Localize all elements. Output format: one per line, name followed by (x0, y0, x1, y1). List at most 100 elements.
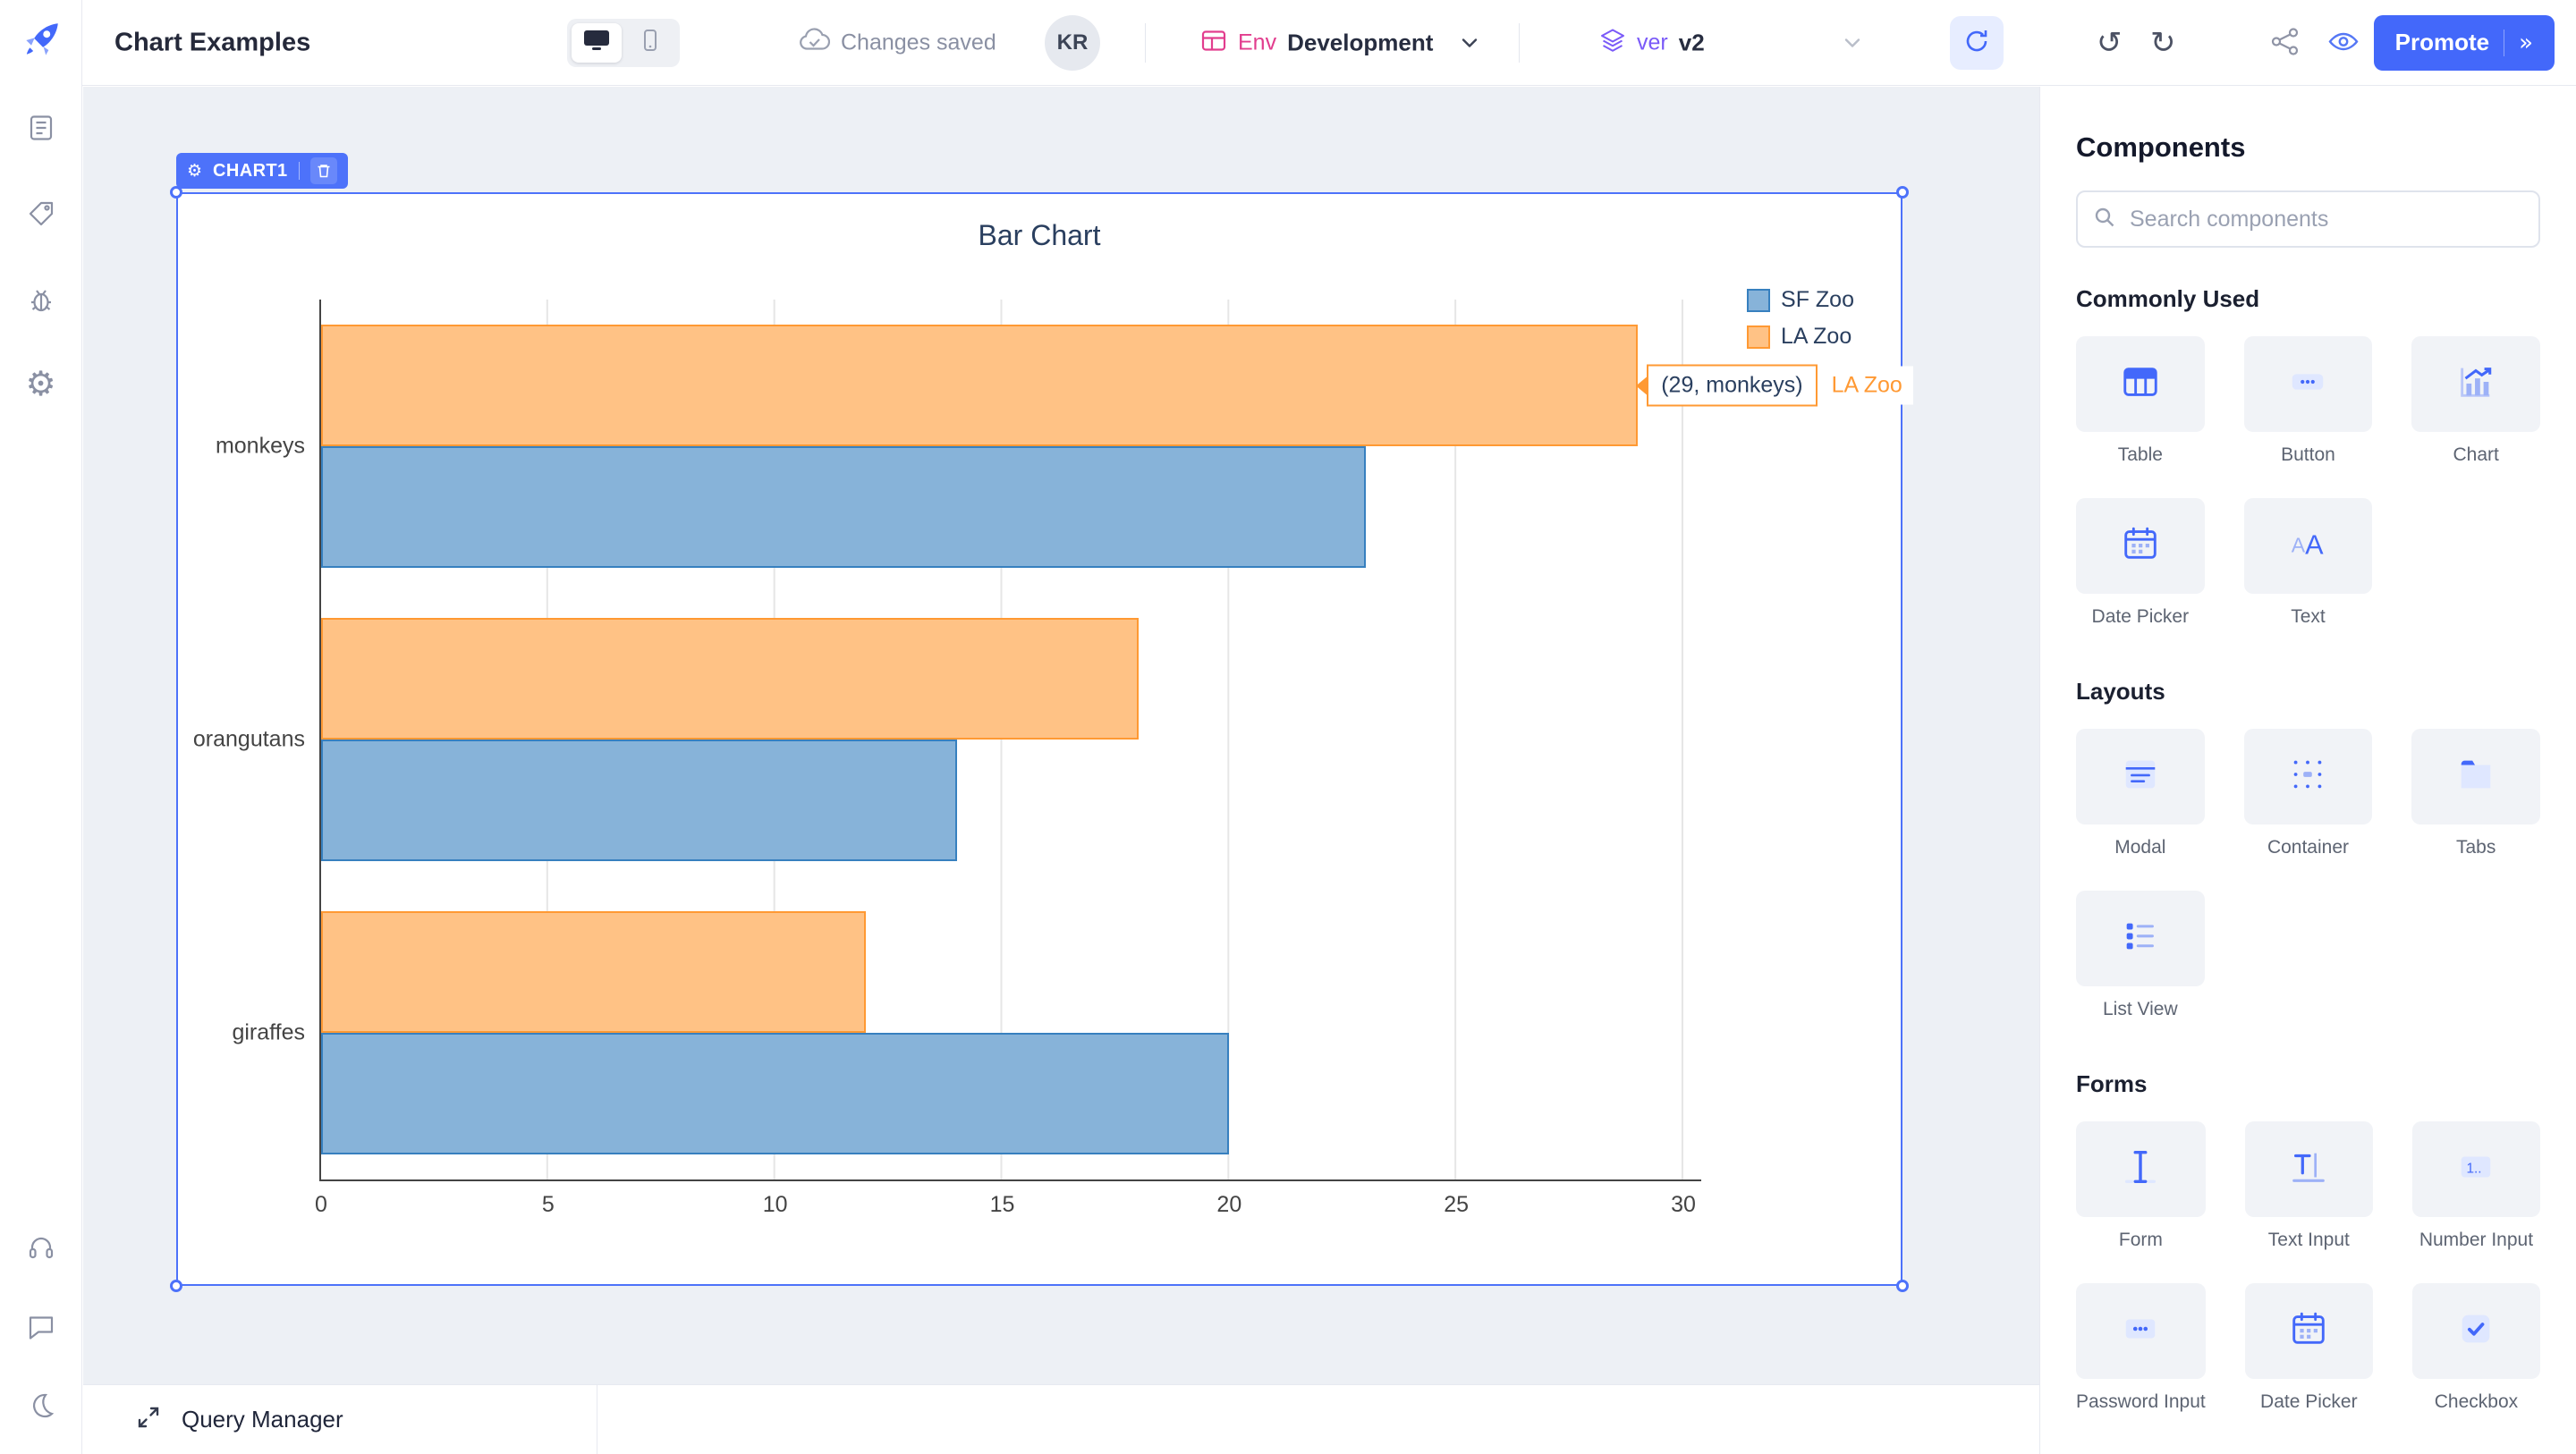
widget-tag[interactable]: ⚙ CHART1 (176, 153, 348, 189)
legend-item[interactable]: SF Zoo (1747, 287, 1854, 313)
chat-icon[interactable] (26, 1311, 56, 1341)
avatar[interactable]: KR (1045, 15, 1100, 71)
component-card-checkbox[interactable]: Checkbox (2412, 1283, 2540, 1413)
text-icon: AA (2287, 523, 2328, 569)
canvas[interactable]: ⚙ CHART1 Bar Chart monkeys(29, monkeys)L… (83, 87, 2039, 1454)
left-sidebar: ⚙ (0, 0, 82, 1454)
layers-icon (1599, 27, 1626, 58)
expand-icon (135, 1404, 162, 1435)
container-icon (2287, 754, 2328, 799)
component-tile (2076, 1283, 2206, 1379)
svg-text:A: A (2306, 530, 2325, 561)
component-card-number-input[interactable]: 1..Number Input (2412, 1121, 2540, 1251)
component-search[interactable] (2076, 190, 2540, 248)
legend-swatch (1747, 325, 1770, 349)
bar-sf-zoo-orangutans[interactable] (321, 740, 957, 861)
component-label: Form (2076, 1230, 2206, 1251)
tooltip-value: (29, monkeys) (1647, 365, 1817, 407)
search-icon (2092, 205, 2117, 234)
bar-sf-zoo-giraffes[interactable] (321, 1033, 1229, 1154)
component-label: Modal (2076, 837, 2205, 858)
checkbox-icon (2455, 1308, 2496, 1354)
password-input-icon (2120, 1308, 2161, 1354)
chart-icon (2455, 361, 2496, 407)
component-card-password-input[interactable]: Password Input (2076, 1283, 2206, 1413)
component-card-table[interactable]: Table (2076, 336, 2205, 466)
support-headset-icon[interactable] (26, 1232, 56, 1263)
pages-icon[interactable] (26, 113, 56, 143)
component-label: List View (2076, 999, 2205, 1020)
component-tile (2245, 1121, 2373, 1217)
dark-mode-moon-icon[interactable] (27, 1391, 55, 1420)
modal-icon (2120, 754, 2161, 799)
preview-button[interactable] (2327, 28, 2360, 57)
component-grid: Table Button Chart Date Picker AAText (2076, 336, 2540, 628)
section-title: Commonly Used (2076, 285, 2540, 313)
cloud-check-icon (798, 26, 830, 59)
component-card-text[interactable]: AAText (2244, 498, 2373, 628)
version-label: ver (1637, 30, 1668, 55)
component-tile (2076, 498, 2205, 594)
legend-item[interactable]: LA Zoo (1747, 324, 1854, 350)
component-label: Checkbox (2412, 1391, 2540, 1413)
desktop-toggle-button[interactable] (572, 23, 622, 63)
component-tile (2076, 336, 2205, 432)
trash-icon[interactable] (310, 157, 337, 184)
x-tick-label: 25 (1444, 1192, 1469, 1218)
component-label: Password Input (2076, 1391, 2206, 1413)
gear-icon[interactable]: ⚙ (187, 163, 202, 180)
divider (299, 162, 300, 180)
component-tile (2244, 729, 2373, 824)
redo-button[interactable]: ↻ (2150, 28, 2176, 58)
header: Chart Examples Changes saved KR Env Deve… (82, 0, 2576, 86)
component-tile (2076, 891, 2205, 986)
promote-button[interactable]: Promote » (2374, 15, 2555, 71)
component-label: Table (2076, 444, 2205, 466)
component-label: Text Input (2245, 1230, 2373, 1251)
component-card-chart[interactable]: Chart (2411, 336, 2540, 466)
tooltip-series-label: LA Zoo (1821, 367, 1913, 405)
tag-icon[interactable] (26, 199, 56, 229)
button-icon (2287, 361, 2328, 407)
x-tick-label: 5 (542, 1192, 555, 1218)
component-card-container[interactable]: Container (2244, 729, 2373, 858)
query-manager-toggle[interactable]: Query Manager (83, 1385, 597, 1454)
x-tick-label: 0 (315, 1192, 327, 1218)
share-button[interactable] (2270, 26, 2301, 59)
plot-area: monkeys(29, monkeys)LA Zooorangutansgira… (319, 300, 1701, 1181)
component-tile (2411, 336, 2540, 432)
chart-category-band: monkeys(29, monkeys)LA Zoo (321, 300, 1701, 593)
settings-gear-icon[interactable]: ⚙ (25, 367, 55, 401)
component-card-tabs[interactable]: Tabs (2411, 729, 2540, 858)
resize-handle[interactable] (1896, 1280, 1909, 1292)
bar-la-zoo-monkeys[interactable]: (29, monkeys)LA Zoo (321, 325, 1638, 446)
x-tick-label: 15 (990, 1192, 1015, 1218)
app-logo-rocket-icon[interactable] (19, 18, 64, 67)
search-input[interactable] (2130, 207, 2524, 232)
component-card-date-picker[interactable]: Date Picker (2076, 498, 2205, 628)
bar-la-zoo-giraffes[interactable] (321, 911, 866, 1033)
environment-selector[interactable]: Env Development (1200, 28, 1481, 57)
bar-la-zoo-orangutans[interactable] (321, 618, 1139, 740)
component-card-text-input[interactable]: Text Input (2245, 1121, 2373, 1251)
autosave-status: Changes saved (798, 26, 996, 59)
component-card-button[interactable]: Button (2244, 336, 2373, 466)
bar-sf-zoo-monkeys[interactable] (321, 446, 1366, 568)
resize-handle[interactable] (170, 1280, 182, 1292)
component-card-date-picker[interactable]: Date Picker (2245, 1283, 2373, 1413)
tooltip-arrow-icon (1636, 376, 1647, 394)
resize-handle[interactable] (1896, 186, 1909, 199)
component-card-list-view[interactable]: List View (2076, 891, 2205, 1020)
undo-button[interactable]: ↺ (2097, 28, 2123, 58)
mobile-toggle-button[interactable] (625, 23, 675, 63)
chart-widget[interactable]: ⚙ CHART1 Bar Chart monkeys(29, monkeys)L… (176, 192, 1902, 1286)
x-tick-label: 10 (763, 1192, 788, 1218)
component-card-form[interactable]: Form (2076, 1121, 2206, 1251)
component-tile (2244, 336, 2373, 432)
version-selector[interactable]: ver v2 (1599, 27, 1864, 58)
component-card-modal[interactable]: Modal (2076, 729, 2205, 858)
sync-button[interactable] (1950, 16, 2004, 70)
divider (1519, 23, 1520, 63)
eye-icon (2327, 28, 2360, 57)
debugger-bug-icon[interactable] (26, 284, 56, 315)
